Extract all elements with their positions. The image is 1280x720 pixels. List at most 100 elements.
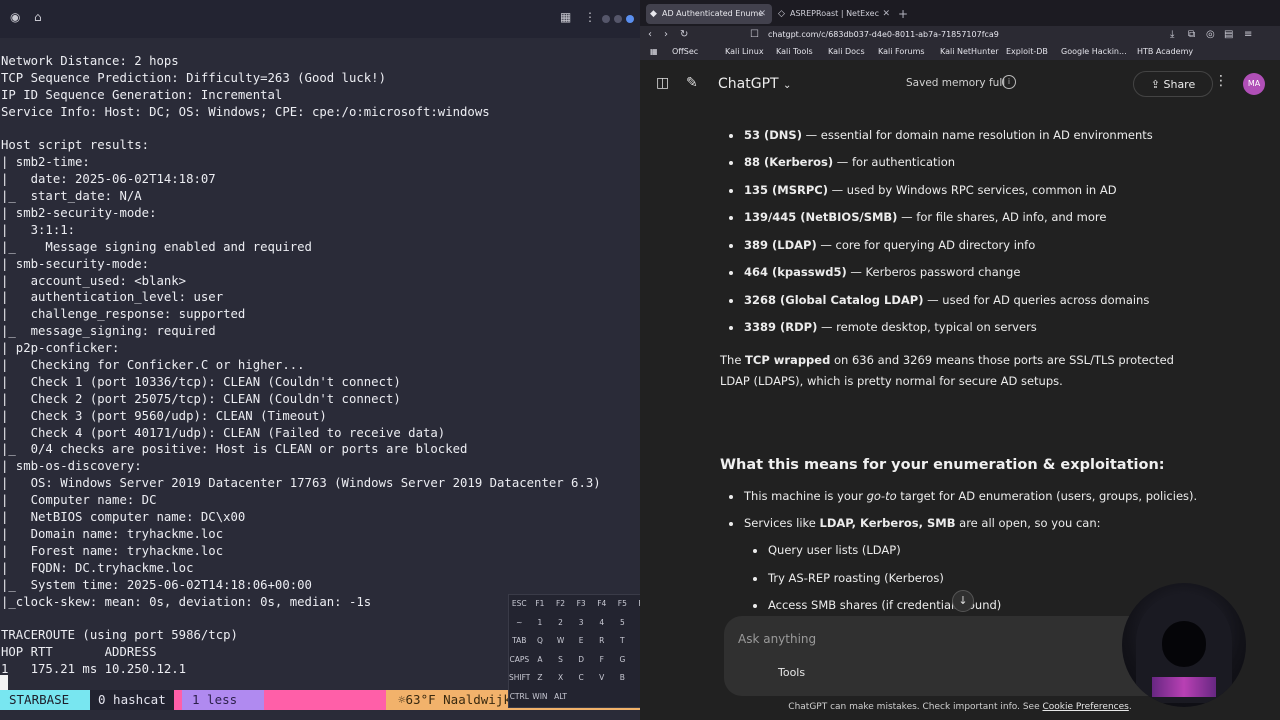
keyboard-key[interactable]: F1 xyxy=(530,595,551,613)
close-icon[interactable] xyxy=(626,15,634,23)
bookmark-kali-tools[interactable]: Kali Tools xyxy=(776,44,813,60)
app-menu-icon[interactable]: ◉ xyxy=(10,10,20,24)
port-item: 53 (DNS) — essential for domain name res… xyxy=(729,128,1153,142)
bookmarks-bar: ▦ OffSec Kali Linux Kali Tools Kali Docs… xyxy=(640,44,1280,61)
new-tab-icon[interactable]: + xyxy=(898,4,908,24)
message-input[interactable]: Ask anything xyxy=(738,632,816,646)
terminal-line: | Domain name: tryhackme.loc xyxy=(1,526,224,541)
download-icon[interactable]: ⤓ xyxy=(1170,28,1174,42)
keyboard-key[interactable]: T xyxy=(612,632,633,650)
maximize-icon[interactable] xyxy=(614,15,622,23)
bookmark-google-hacking[interactable]: Google Hackin... xyxy=(1061,44,1127,60)
keyboard-key[interactable]: 2 xyxy=(550,614,571,632)
keyboard-key[interactable]: F4 xyxy=(591,595,612,613)
scroll-down-button[interactable]: ↓ xyxy=(952,590,974,612)
bookmark-offsec[interactable]: OffSec xyxy=(672,44,698,60)
keyboard-key[interactable]: V xyxy=(591,669,612,687)
terminal-line: | Computer name: DC xyxy=(1,493,157,508)
model-selector[interactable]: ChatGPT ⌄ xyxy=(718,76,791,92)
keyboard-key[interactable]: S xyxy=(550,651,571,669)
bookmark-star-icon[interactable]: ☐ xyxy=(750,28,759,42)
terminal-line: | Check 4 (port 40171/udp): CLEAN (Faile… xyxy=(1,425,446,440)
info-icon[interactable]: i xyxy=(1002,75,1016,89)
keyboard-key[interactable]: E xyxy=(571,632,592,650)
keyboard-key[interactable]: ESC xyxy=(509,595,530,613)
keyboard-key[interactable]: W xyxy=(550,632,571,650)
overflow-menu-icon[interactable]: ≡ xyxy=(1244,28,1252,42)
terminal-line: Host script results: xyxy=(1,138,150,153)
port-item: 389 (LDAP) — core for querying AD direct… xyxy=(728,238,1036,252)
terminal-cursor xyxy=(0,675,8,690)
grid-icon[interactable]: ▦ xyxy=(560,10,571,24)
keyboard-key[interactable]: F5 xyxy=(612,595,633,613)
tab-asreproast[interactable]: ◇ ASREPRoast | NetExec ✕ xyxy=(774,4,896,24)
bookmark-kali-linux[interactable]: Kali Linux xyxy=(725,44,764,60)
keyboard-key[interactable]: C xyxy=(571,669,592,687)
tools-button[interactable]: Tools xyxy=(778,666,805,679)
window-tab-hashcat[interactable]: 0 hashcat xyxy=(90,690,174,710)
share-button[interactable]: ⇪ Share xyxy=(1133,71,1213,97)
cookie-preferences-link[interactable]: Cookie Preferences xyxy=(1042,702,1128,712)
model-name: ChatGPT xyxy=(718,76,779,92)
bookmark-kali-forums[interactable]: Kali Forums xyxy=(878,44,925,60)
minimize-icon[interactable] xyxy=(602,15,610,23)
bookmark-kali-nethunter[interactable]: Kali NetHunter xyxy=(940,44,999,60)
keyboard-key[interactable]: ALT xyxy=(550,688,571,706)
close-tab-icon[interactable]: ✕ xyxy=(758,4,766,24)
tab-ad-enumeration[interactable]: ◆ AD Authenticated Enume ✕ xyxy=(646,4,772,24)
terminal-line: | Check 1 (port 10336/tcp): CLEAN (Could… xyxy=(1,374,401,389)
keyboard-key[interactable]: 4 xyxy=(591,614,612,632)
sub-bullet-item: Try AS-REP roasting (Kerberos) xyxy=(753,571,944,585)
keyboard-key[interactable]: SHIFT xyxy=(509,669,530,687)
window-tab-less[interactable]: 1 less xyxy=(174,690,264,710)
keyboard-key[interactable]: 3 xyxy=(571,614,592,632)
more-options-icon[interactable]: ⋮ xyxy=(1214,73,1228,89)
close-tab-icon[interactable]: ✕ xyxy=(882,4,890,24)
reload-icon[interactable]: ↻ xyxy=(680,28,688,42)
keyboard-key[interactable]: A xyxy=(530,651,551,669)
keyboard-key[interactable]: 1 xyxy=(530,614,551,632)
keyboard-key[interactable]: CAPS xyxy=(509,651,530,669)
url-bar[interactable]: chatgpt.com/c/683db037-d4e0-8011-ab7a-71… xyxy=(768,29,999,41)
bookmark-htb-academy[interactable]: HTB Academy xyxy=(1137,44,1193,60)
account-icon[interactable]: ◎ xyxy=(1206,28,1215,42)
keyboard-key[interactable]: X xyxy=(550,669,571,687)
keyboard-key[interactable]: TAB xyxy=(509,632,530,650)
sidebar-toggle-icon[interactable]: ◫ xyxy=(656,75,669,91)
home-icon[interactable]: ⌂ xyxy=(34,10,42,24)
keyboard-key[interactable]: 5 xyxy=(612,614,633,632)
terminal-line: |_ start_date: N/A xyxy=(1,189,142,204)
keyboard-key[interactable]: G xyxy=(612,651,633,669)
keyboard-key[interactable] xyxy=(591,688,612,706)
terminal-line: TCP Sequence Prediction: Difficulty=263 … xyxy=(1,70,386,85)
port-item: 3389 (RDP) — remote desktop, typical on … xyxy=(729,320,1037,334)
new-chat-icon[interactable]: ✎ xyxy=(686,75,698,91)
keyboard-key[interactable]: Z xyxy=(530,669,551,687)
keyboard-key[interactable]: F xyxy=(591,651,612,669)
keyboard-key[interactable] xyxy=(612,688,633,706)
keyboard-key[interactable]: F2 xyxy=(550,595,571,613)
back-icon[interactable]: ‹ xyxy=(648,28,652,42)
forward-icon[interactable]: › xyxy=(664,28,668,42)
keyboard-key[interactable]: ~ xyxy=(509,614,530,632)
tab-bar: ◆ AD Authenticated Enume ✕ ◇ ASREPRoast … xyxy=(640,0,1280,26)
avatar[interactable]: MA xyxy=(1243,73,1265,95)
reader-icon[interactable]: ▤ xyxy=(1224,28,1233,42)
keyboard-key[interactable] xyxy=(571,688,592,706)
apps-icon[interactable]: ▦ xyxy=(650,44,658,60)
port-item: 135 (MSRPC) — used by Windows RPC servic… xyxy=(729,183,1117,197)
keyboard-key[interactable]: B xyxy=(612,669,633,687)
keyboard-key[interactable]: R xyxy=(591,632,612,650)
bookmark-exploit-db[interactable]: Exploit-DB xyxy=(1006,44,1048,60)
extensions-icon[interactable]: ⧉ xyxy=(1188,28,1195,42)
keyboard-key[interactable]: CTRL xyxy=(509,688,530,706)
terminal-output: Network Distance: 2 hops TCP Sequence Pre… xyxy=(1,53,601,678)
bookmark-kali-docs[interactable]: Kali Docs xyxy=(828,44,865,60)
terminal-line: |_ Message signing enabled and required xyxy=(1,239,312,254)
terminal-line: |_ message_signing: required xyxy=(1,324,216,339)
keyboard-key[interactable]: F3 xyxy=(571,595,592,613)
keyboard-key[interactable]: WIN xyxy=(530,688,551,706)
menu-icon[interactable]: ⋮ xyxy=(584,10,596,24)
keyboard-key[interactable]: Q xyxy=(530,632,551,650)
keyboard-key[interactable]: D xyxy=(571,651,592,669)
